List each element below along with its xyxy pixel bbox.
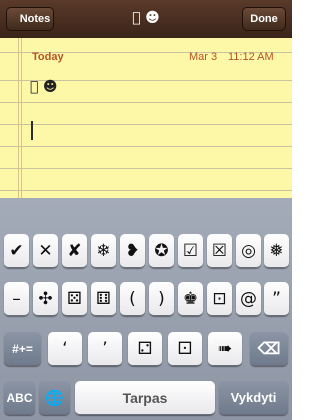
key-symbol[interactable]: ⚅ [91,282,116,316]
key-symbol[interactable]: ☑ [178,234,203,268]
text-caret [31,121,33,140]
key-symbol[interactable]: ❄ [91,234,116,268]
day-label: Today [32,51,64,63]
key-symbol[interactable]: ✕ [33,234,58,268]
key-symbol[interactable]: ✘ [62,234,87,268]
more-symbols-key[interactable]: #+= [4,332,41,366]
return-key[interactable]: Vykdyti [219,381,288,415]
margin-line [18,38,19,198]
abc-key[interactable]: ABC [4,381,35,415]
key-symbol[interactable]: ✣ [33,282,58,316]
note-body-text[interactable]:  ☻ [30,79,57,95]
key-symbol[interactable]: ‘ [48,332,82,366]
key-symbol[interactable]: ⚀ [168,332,202,366]
navigation-bar: Notes  ☻ Done [0,0,292,39]
backspace-key[interactable]: ⌫ [250,332,288,366]
key-symbol[interactable]: ) [149,282,174,316]
key-symbol[interactable]: ➠ [208,332,242,366]
key-symbol[interactable]: ⚁ [128,332,162,366]
globe-icon: 🌐 [45,389,64,407]
key-symbol[interactable]: ⊡ [207,282,232,316]
note-date: Mar 3 [189,51,218,63]
key-symbol[interactable]: ◎ [236,234,261,268]
key-symbol[interactable]: ❅ [264,234,289,268]
key-symbol[interactable]: ☒ [207,234,232,268]
key-symbol[interactable]: ( [120,282,145,316]
backspace-icon: ⌫ [257,340,281,358]
key-symbol[interactable]: ✔ [4,234,29,268]
done-label: Done [250,13,278,25]
space-key[interactable]: Tarpas [75,381,215,415]
key-symbol[interactable]: @ [236,282,261,316]
key-symbol[interactable]: ❥ [120,234,145,268]
globe-key[interactable]: 🌐 [39,381,70,415]
margin-line [21,38,22,198]
key-symbol[interactable]: ✪ [149,234,174,268]
done-button[interactable]: Done [242,7,286,31]
key-symbol[interactable]: ♚ [178,282,203,316]
key-symbol[interactable]: ⚄ [62,282,87,316]
key-symbol[interactable]: ” [264,282,289,316]
keyboard: ✔ ✕ ✘ ❄ ❥ ✪ ☑ ☒ ◎ ❅ – ✣ ⚄ ⚅ ( ) ♚ ⊡ @ ” … [0,198,292,420]
key-symbol[interactable]: ’ [88,332,122,366]
note-time: 11:12 AM [228,51,274,63]
key-symbol[interactable]: – [4,282,29,316]
